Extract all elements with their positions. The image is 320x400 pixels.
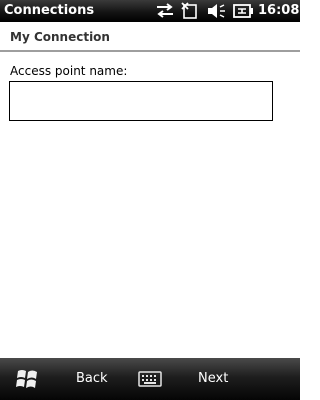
data-connection-icon[interactable]: [155, 2, 175, 20]
back-softkey[interactable]: Back: [76, 358, 108, 400]
access-point-input[interactable]: [9, 81, 273, 121]
page-title: My Connection: [10, 30, 110, 44]
keyboard-icon[interactable]: [138, 369, 162, 389]
page-header: My Connection: [0, 22, 300, 52]
windows-start-icon[interactable]: [12, 366, 42, 392]
volume-icon[interactable]: [206, 2, 226, 20]
softkey-bar: Back Next: [0, 358, 300, 400]
battery-charging-icon[interactable]: [232, 2, 254, 20]
access-point-label: Access point name:: [10, 64, 128, 78]
next-softkey[interactable]: Next: [198, 358, 228, 400]
no-signal-icon[interactable]: [181, 2, 199, 20]
status-bar: Connections 16:08: [0, 0, 300, 22]
app-title: Connections: [4, 3, 95, 18]
clock[interactable]: 16:08: [258, 2, 299, 20]
